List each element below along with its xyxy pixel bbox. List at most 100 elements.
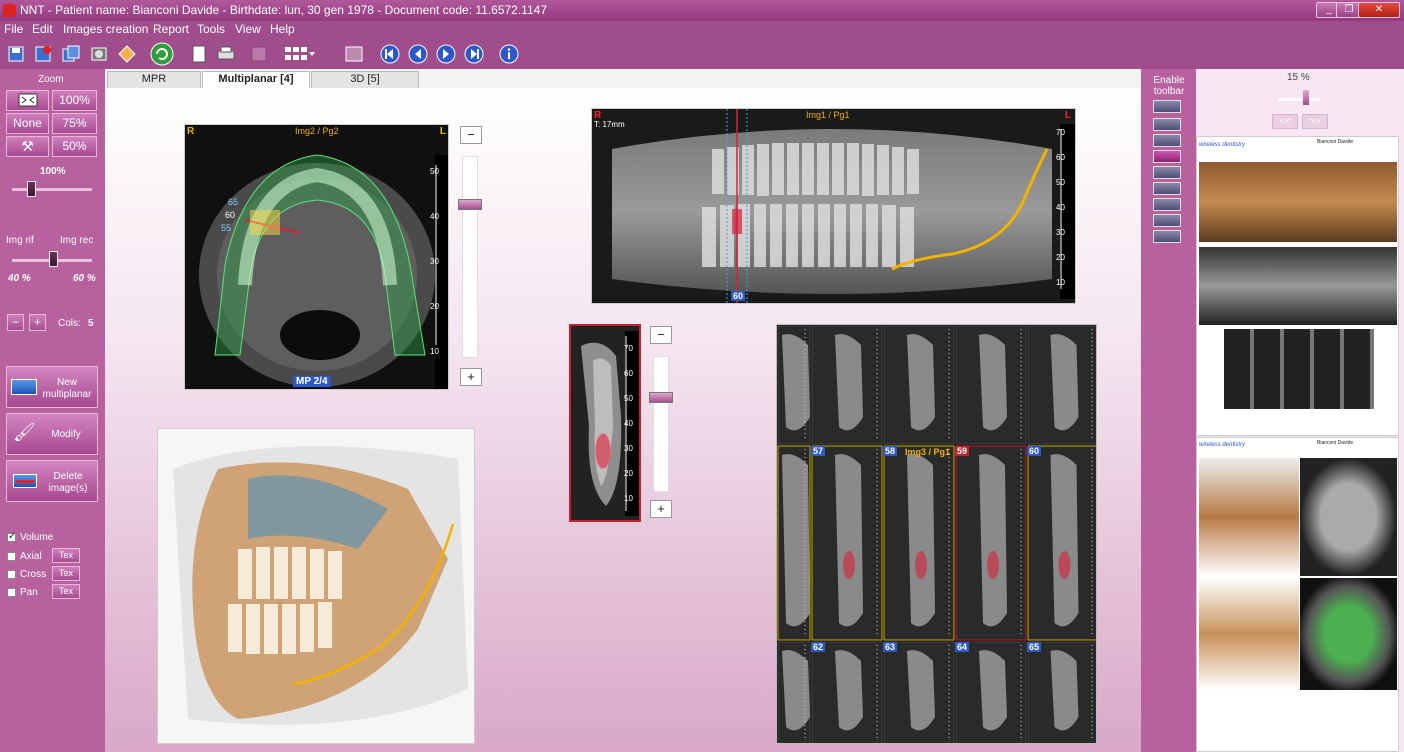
tab-3d[interactable]: 3D [5] [311, 71, 419, 88]
new-multiplanar-label: New multiplanar [42, 377, 92, 400]
report-patient-name: Bianconi Davide [1317, 440, 1354, 446]
menu-images-creation[interactable]: Images creation [63, 22, 148, 36]
first-icon[interactable] [380, 44, 400, 64]
grid-cell [777, 641, 811, 743]
toolbar-toggle-7[interactable] [1153, 198, 1181, 211]
cross-checkbox[interactable] [7, 570, 16, 579]
modify-label: Modify [51, 429, 81, 440]
menu-report[interactable]: Report [153, 22, 189, 36]
document-icon[interactable] [189, 44, 209, 64]
report-page-2[interactable]: wireless dentistry Bianconi Davide [1196, 437, 1399, 752]
new-multiplanar-button[interactable]: New multiplanar [6, 366, 98, 408]
cols-plus-button[interactable]: + [29, 314, 46, 331]
delete-images-button[interactable]: Delete image(s) [6, 460, 98, 502]
axial-zoom-out-button[interactable]: − [460, 126, 482, 144]
toolbar-toggle-1[interactable] [1153, 100, 1181, 113]
cross-zoom-out-button[interactable]: − [650, 326, 672, 344]
axial-corner-left: R [187, 126, 195, 137]
panoramic-view[interactable]: R L T: 17mm Img1 / Pg1 60 70 60 50 40 30… [591, 108, 1076, 304]
axial-slice-thumb[interactable] [458, 199, 482, 210]
square-icon[interactable] [249, 44, 269, 64]
toolbar-toggle-5[interactable] [1153, 166, 1181, 179]
cross-tick: 20 [624, 469, 633, 478]
preview-next-button[interactable]: >> [1302, 114, 1328, 129]
menu-help[interactable]: Help [270, 22, 295, 36]
modify-button[interactable]: 🖌 Modify [6, 413, 98, 455]
preview-prev-button[interactable]: << [1272, 114, 1298, 129]
settings-icon[interactable] [89, 44, 109, 64]
cross-section-grid[interactable]: Img3 / Pg1 57 58 59 60 62 63 64 65 [776, 324, 1097, 744]
toolbar-toggle-4[interactable] [1153, 150, 1181, 163]
zoom-50-button[interactable]: 50% [52, 136, 97, 157]
pan-tex-button[interactable]: Tex [52, 584, 80, 599]
left-panel: Zoom 100% None 75% ⚒ 50% 100% Img rif Im… [0, 69, 105, 752]
copy-icon[interactable] [61, 44, 81, 64]
cross-zoom-in-button[interactable]: + [650, 500, 672, 518]
report-page-1[interactable]: wireless dentistry Bianconi Davide [1196, 136, 1399, 436]
menu-tools[interactable]: Tools [197, 22, 225, 36]
pano-tick: 70 [1056, 128, 1065, 137]
axial-slice-slider[interactable] [462, 156, 478, 358]
volume-checkbox[interactable]: ✓ [7, 531, 16, 542]
cross-tick: 50 [624, 394, 633, 403]
grid-cell-number: 62 [811, 642, 826, 652]
last-icon[interactable] [464, 44, 484, 64]
volume-view[interactable] [157, 428, 475, 744]
cross-section-view[interactable]: 70 60 50 40 30 20 10 [569, 324, 641, 522]
zoom-slider[interactable] [12, 188, 92, 191]
save-as-icon[interactable] [33, 44, 53, 64]
axial-view[interactable]: 65 60 55 R L Img2 / Pg2 MP 2/4 50 40 30 … [184, 124, 449, 390]
axial-tex-button[interactable]: Tex [52, 548, 80, 563]
image-icon[interactable] [344, 44, 364, 64]
diamond-icon[interactable] [117, 44, 137, 64]
cols-minus-button[interactable]: − [7, 314, 24, 331]
cross-tick: 10 [624, 494, 633, 503]
toolbar-toggle-8[interactable] [1153, 214, 1181, 227]
app-icon [3, 4, 16, 17]
grid-cell [777, 445, 811, 641]
info-icon[interactable] [499, 44, 519, 64]
grid-cell [811, 641, 883, 743]
tools-button[interactable]: ⚒ [6, 136, 49, 157]
menu-view[interactable]: View [235, 22, 261, 36]
cross-slice-slider[interactable] [653, 356, 669, 492]
zoom-none-button[interactable]: None [6, 113, 49, 134]
tab-multiplanar[interactable]: Multiplanar [4] [202, 71, 310, 88]
svg-text:55: 55 [221, 223, 231, 233]
grid-cell [883, 641, 955, 743]
save-icon[interactable] [6, 44, 26, 64]
pano-tick: 40 [1056, 203, 1065, 212]
fit-zoom-button[interactable] [6, 90, 49, 111]
grid-cell-number: 60 [1027, 446, 1042, 456]
preview-zoom-thumb[interactable] [1302, 89, 1310, 106]
toolbar-toggle-9[interactable] [1153, 230, 1181, 243]
toolbar-toggle-6[interactable] [1153, 182, 1181, 195]
refresh-icon[interactable] [150, 42, 174, 66]
close-button[interactable]: ✕ [1358, 2, 1400, 18]
menu-edit[interactable]: Edit [32, 22, 53, 36]
pano-tick: 50 [1056, 178, 1065, 187]
report-cross-images [1224, 329, 1374, 409]
pan-label: Pan [20, 587, 38, 598]
cross-slice-thumb[interactable] [649, 392, 673, 403]
axial-checkbox[interactable] [7, 552, 16, 561]
prev-icon[interactable] [408, 44, 428, 64]
blend-slider-thumb[interactable] [49, 251, 58, 267]
zoom-slider-thumb[interactable] [27, 181, 36, 197]
print-icon[interactable] [216, 44, 236, 64]
menu-file[interactable]: File [4, 22, 23, 36]
zoom-100-button[interactable]: 100% [52, 90, 97, 111]
tab-mpr[interactable]: MPR [107, 71, 201, 88]
svg-text:65: 65 [228, 197, 238, 207]
preview-zoom-slider[interactable] [1278, 98, 1320, 101]
cross-tex-button[interactable]: Tex [52, 566, 80, 581]
toolbar-toggle-3[interactable] [1153, 134, 1181, 147]
layout-icon[interactable] [284, 44, 316, 64]
axial-zoom-in-button[interactable]: + [460, 368, 482, 386]
zoom-75-button[interactable]: 75% [52, 113, 97, 134]
toolbar-toggle-2[interactable] [1153, 118, 1181, 131]
pan-checkbox[interactable] [7, 588, 16, 597]
zoom-label: Zoom [38, 74, 64, 85]
next-icon[interactable] [436, 44, 456, 64]
axial-title: Img2 / Pg2 [295, 126, 339, 136]
